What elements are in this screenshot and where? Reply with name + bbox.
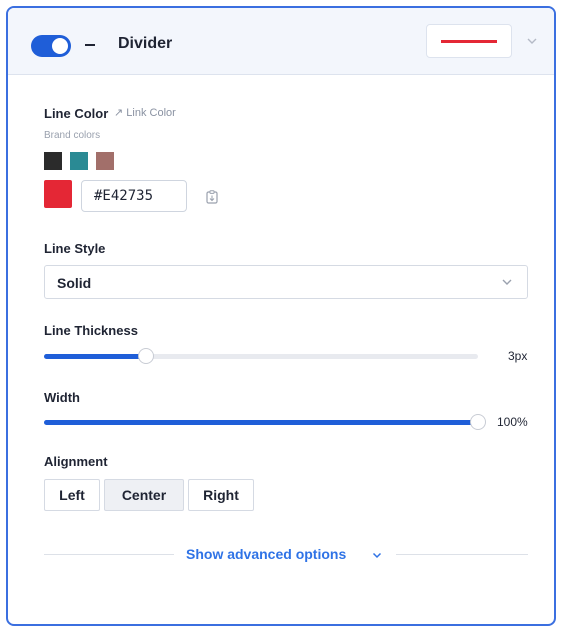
align-right-button[interactable]: Right [188,479,254,511]
line-preview [441,40,497,43]
width-slider[interactable] [44,414,486,432]
divider-settings-panel: Divider Line Color ↗ Link Color Brand co… [6,6,556,626]
chevron-down-icon [502,279,512,285]
show-advanced-options-link[interactable]: Show advanced options [186,546,346,562]
brand-swatch-mauve[interactable] [96,152,114,170]
brand-swatch-teal[interactable] [70,152,88,170]
enable-toggle[interactable] [31,35,71,57]
slider-thumb[interactable] [470,414,486,430]
slider-fill [44,420,478,425]
panel-header[interactable]: Divider [8,8,554,75]
brand-colors-label: Brand colors [44,130,101,141]
chevron-down-icon[interactable] [526,36,538,46]
align-left-button[interactable]: Left [44,479,100,511]
link-arrow-icon: ↗ [114,107,124,119]
line-thickness-slider[interactable] [44,348,478,366]
brand-swatch-dark[interactable] [44,152,62,170]
hex-color-input[interactable]: #E42735 [81,180,187,212]
chevron-down-icon[interactable] [372,552,382,559]
slider-thumb[interactable] [137,348,154,364]
advanced-divider-right [396,554,528,555]
clipboard-icon[interactable] [206,190,218,204]
line-color-label: Line Color [44,106,109,121]
align-center-button[interactable]: Center [104,479,184,511]
width-value: 100% [497,415,528,429]
width-label: Width [44,390,80,405]
link-color-link[interactable]: ↗ Link Color [114,106,176,119]
line-style-value: Solid [57,275,92,291]
minus-icon [85,44,95,46]
panel-title: Divider [118,35,173,52]
toggle-knob [52,38,68,54]
current-color-swatch[interactable] [44,180,72,208]
line-thickness-label: Line Thickness [44,323,138,338]
line-thickness-value: 3px [508,349,528,363]
advanced-divider-left [44,554,174,555]
slider-fill [44,354,146,359]
link-color-text: Link Color [126,107,176,119]
line-preview-button[interactable] [426,24,512,58]
line-style-label: Line Style [44,241,106,256]
alignment-label: Alignment [44,454,108,469]
line-style-select[interactable]: Solid [44,265,528,299]
